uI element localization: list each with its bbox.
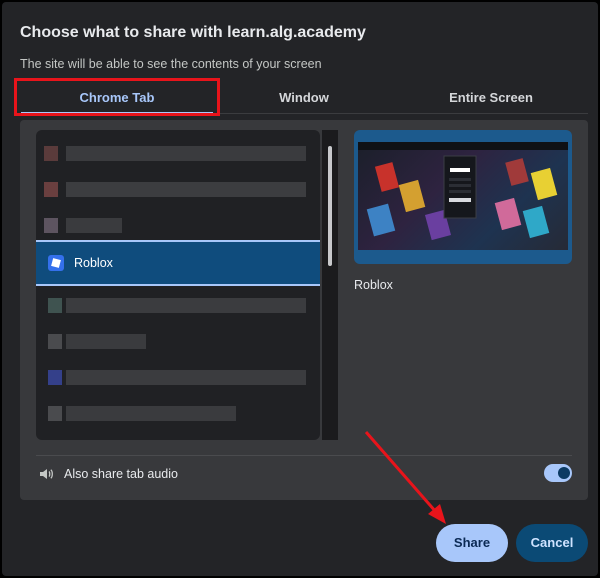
blurred-favicon xyxy=(48,370,62,385)
list-item-roblox-selected[interactable]: Roblox xyxy=(36,240,320,286)
blurred-favicon xyxy=(48,334,62,349)
list-item[interactable] xyxy=(36,288,320,324)
share-audio-label: Also share tab audio xyxy=(64,467,178,481)
toggle-knob xyxy=(558,467,570,479)
content-panel: Roblox Roblox Also share tab audio xyxy=(20,120,588,500)
roblox-thumbnail xyxy=(358,142,568,250)
blurred-favicon xyxy=(44,218,58,233)
share-button[interactable]: Share xyxy=(436,524,508,562)
list-item[interactable] xyxy=(36,208,320,244)
tab-list[interactable]: Roblox xyxy=(36,130,320,440)
blurred-favicon xyxy=(48,406,62,421)
annotation-highlight-box xyxy=(14,78,220,116)
roblox-icon xyxy=(48,255,64,271)
blurred-title xyxy=(66,146,306,161)
tab-window[interactable]: Window xyxy=(214,86,394,114)
list-item[interactable] xyxy=(36,396,320,432)
blurred-favicon xyxy=(44,146,58,161)
dialog-subtitle: The site will be able to see the content… xyxy=(20,57,322,71)
blurred-title xyxy=(66,406,236,421)
preview-thumbnail xyxy=(354,130,572,264)
list-item[interactable] xyxy=(36,324,320,360)
scrollbar-thumb[interactable] xyxy=(328,146,332,266)
thumbnail-art xyxy=(358,142,568,241)
list-item[interactable] xyxy=(36,136,320,172)
blurred-favicon xyxy=(48,298,62,313)
speaker-icon xyxy=(38,466,54,482)
cancel-button[interactable]: Cancel xyxy=(516,524,588,562)
list-item[interactable] xyxy=(36,360,320,396)
tab-entire-screen[interactable]: Entire Screen xyxy=(394,86,588,114)
preview-label: Roblox xyxy=(354,278,393,292)
blurred-favicon xyxy=(44,182,58,197)
blurred-title xyxy=(66,182,306,197)
dialog-title: Choose what to share with learn.alg.acad… xyxy=(20,24,366,41)
blurred-title xyxy=(66,370,306,385)
blurred-title xyxy=(66,218,122,233)
list-item[interactable] xyxy=(36,172,320,208)
list-item-label: Roblox xyxy=(74,256,113,270)
divider xyxy=(36,455,572,456)
blurred-title xyxy=(66,298,306,313)
blurred-title xyxy=(66,334,146,349)
share-dialog: Choose what to share with learn.alg.acad… xyxy=(2,2,598,576)
scrollbar-track[interactable] xyxy=(322,130,338,440)
share-audio-toggle[interactable] xyxy=(544,464,572,482)
